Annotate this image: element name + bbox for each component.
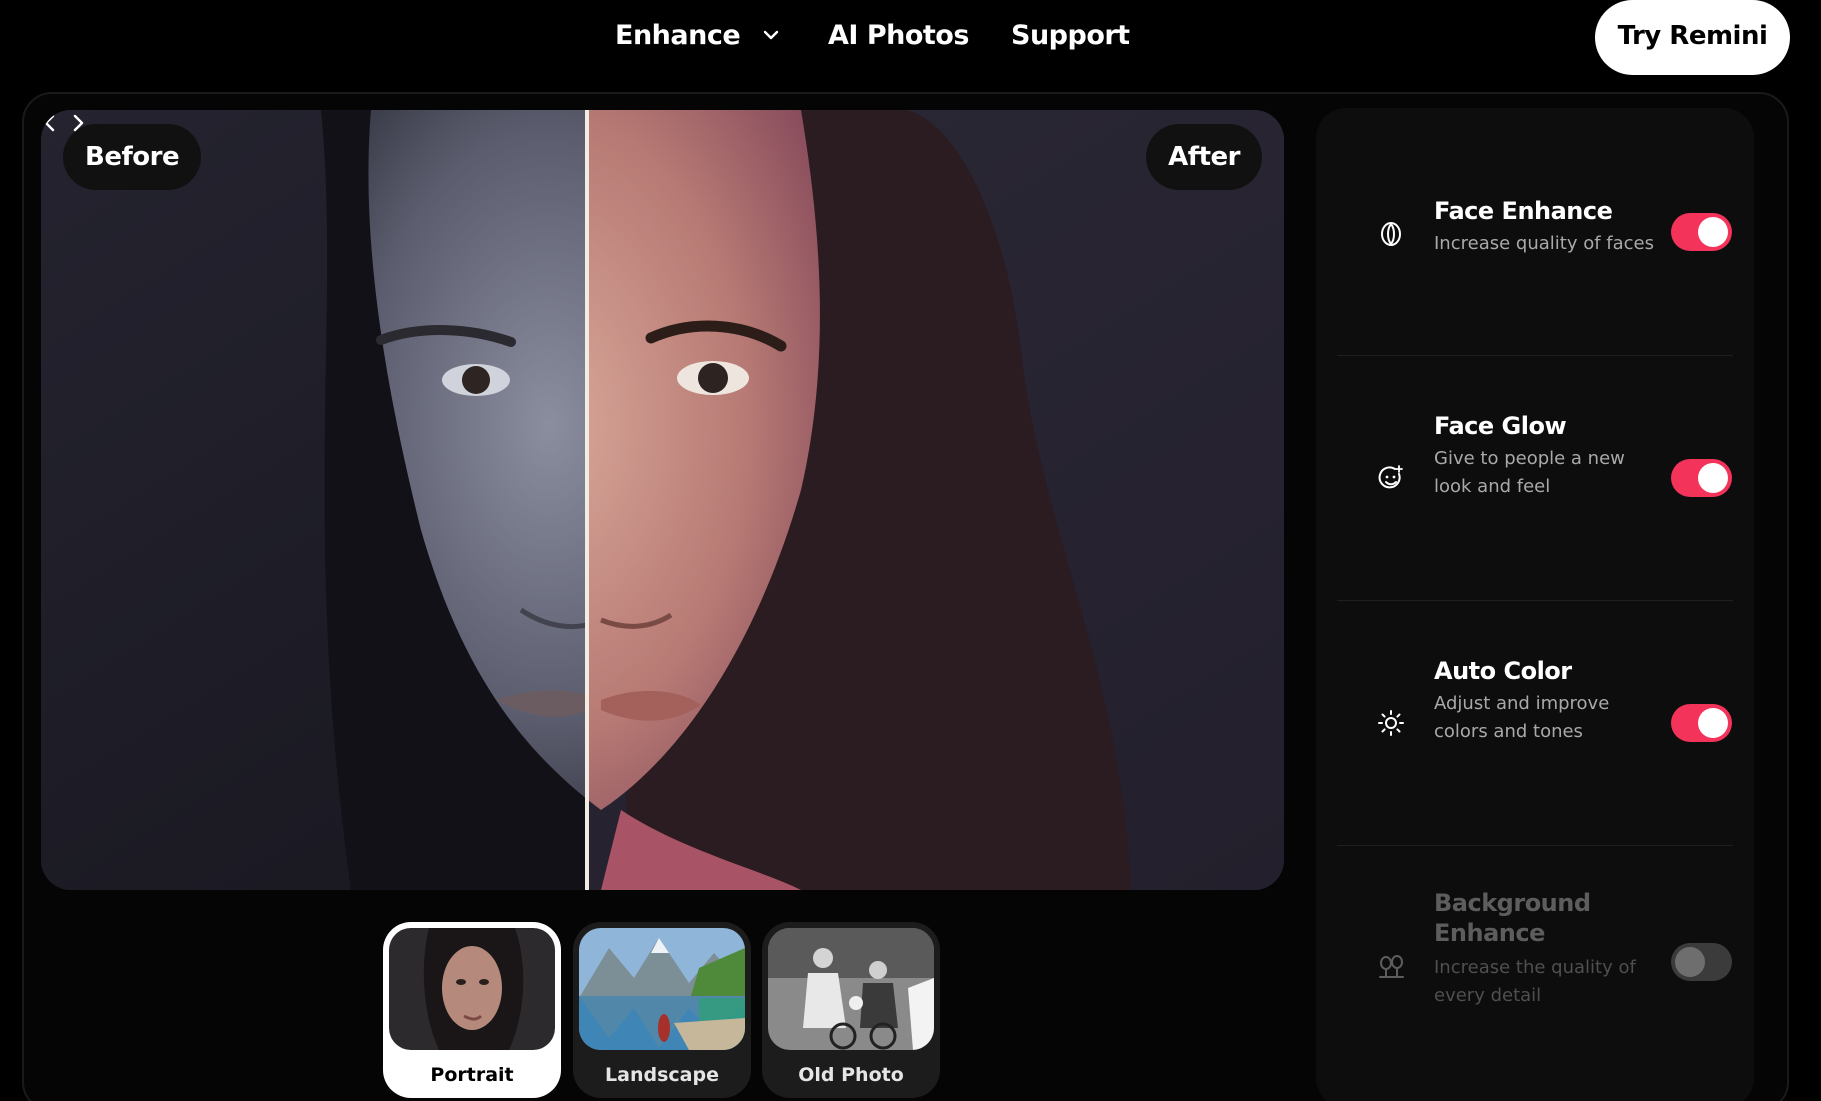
setting-description: Increase the quality of every detail [1434, 957, 1636, 1006]
thumbnail-old-photo[interactable]: Old Photo [762, 922, 940, 1098]
setting-description: Increase quality of faces [1434, 233, 1654, 254]
setting-title: Face Enhance [1434, 197, 1613, 225]
drag-handle-icon[interactable] [41, 110, 87, 136]
old-photo-thumbnail-image [768, 928, 934, 1050]
thumbnail-old-photo-label: Old Photo [798, 1064, 904, 1086]
landscape-thumbnail-image [579, 928, 745, 1050]
setting-background-enhance: Background Enhance Increase the quality … [1337, 846, 1733, 1101]
face-enhance-icon [1381, 222, 1401, 246]
face-glow-icon [1378, 465, 1403, 489]
setting-auto-color: Auto Color Adjust and improve colors and… [1337, 601, 1733, 846]
toggle-knob [1698, 217, 1728, 247]
setting-title: Background Enhance [1434, 889, 1591, 947]
setting-description: Adjust and improve colors and tones [1434, 693, 1610, 742]
thumbnail-landscape-label: Landscape [605, 1064, 719, 1086]
top-nav: Enhance AI Photos Support Try Remini [0, 0, 1821, 100]
thumbnail-portrait[interactable]: Portrait [383, 922, 561, 1098]
nav-ai-photos[interactable]: AI Photos [828, 16, 969, 56]
nav-enhance-label: Enhance [615, 20, 741, 51]
chevron-down-icon [763, 30, 779, 39]
after-label: After [1146, 124, 1262, 190]
settings-panel: Face Enhance Increase quality of faces F… [1316, 108, 1754, 1101]
nav-enhance[interactable]: Enhance [615, 16, 783, 56]
trees-icon [1379, 955, 1404, 978]
try-remini-button[interactable]: Try Remini [1595, 0, 1790, 75]
portrait-comparison-image [41, 110, 1284, 890]
nav-support[interactable]: Support [1011, 16, 1130, 56]
background-enhance-toggle[interactable] [1671, 943, 1732, 981]
before-after-viewer[interactable]: Before After [41, 110, 1284, 890]
compare-divider[interactable] [585, 110, 589, 890]
face-glow-toggle[interactable] [1671, 459, 1732, 497]
setting-title: Face Glow [1434, 412, 1567, 440]
toggle-knob [1698, 708, 1728, 738]
thumbnail-landscape[interactable]: Landscape [573, 922, 751, 1098]
portrait-thumbnail-image [389, 928, 555, 1050]
toggle-knob [1675, 947, 1705, 977]
toggle-knob [1698, 463, 1728, 493]
face-enhance-toggle[interactable] [1671, 213, 1732, 251]
sun-icon [1378, 710, 1404, 736]
setting-title: Auto Color [1434, 657, 1572, 685]
setting-face-glow: Face Glow Give to people a new look and … [1337, 356, 1733, 601]
thumbnail-portrait-label: Portrait [430, 1064, 514, 1086]
setting-description: Give to people a new look and feel [1434, 448, 1625, 497]
auto-color-toggle[interactable] [1671, 704, 1732, 742]
setting-face-enhance: Face Enhance Increase quality of faces [1337, 108, 1733, 353]
